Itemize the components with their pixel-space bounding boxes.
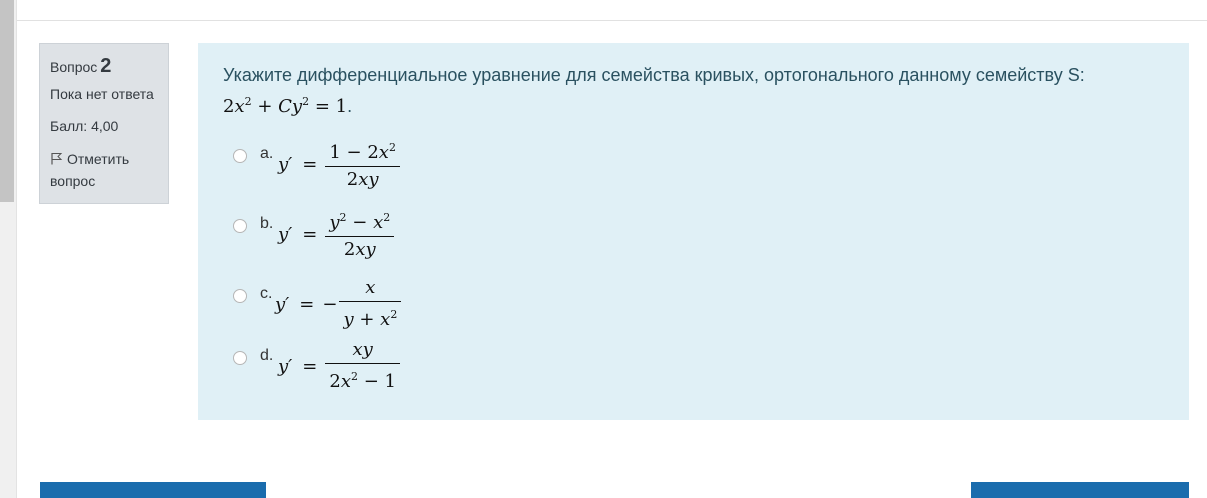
previous-page-button[interactable] xyxy=(40,482,266,498)
answer-formula: y′ = − x y + x2 xyxy=(275,275,402,333)
question-grade: Балл: 4,00 xyxy=(50,118,119,134)
question-number-row: Вопрос 2 xyxy=(50,53,168,79)
answer-formula: y′ = xy 2x2 − 1 xyxy=(278,337,400,395)
quiz-page: Вопрос 2 Пока нет ответа Балл: 4,00 Отмет… xyxy=(0,0,1207,498)
flag-question-button[interactable]: Отметить вопрос xyxy=(50,148,162,192)
answer-letter: b. xyxy=(260,215,274,232)
left-gutter xyxy=(0,0,17,498)
answer-radio-d[interactable] xyxy=(233,351,247,365)
question-prompt: Укажите дифференциальное уравнение для с… xyxy=(223,65,1085,85)
answer-radio-c[interactable] xyxy=(233,289,247,303)
answer-formula: y′ = y2 − x2 2xy xyxy=(278,205,395,263)
answer-formula: y′ = 1 − 2x2 2xy xyxy=(278,135,400,193)
answer-letter: c. xyxy=(260,285,273,302)
question-content: Укажите дифференциальное уравнение для с… xyxy=(198,43,1189,420)
question-info-panel: Вопрос 2 Пока нет ответа Балл: 4,00 Отмет… xyxy=(39,43,169,204)
answer-letter: a. xyxy=(260,145,274,162)
next-page-button[interactable] xyxy=(971,482,1189,498)
flag-outline-icon xyxy=(51,153,63,165)
answer-letter: d. xyxy=(260,347,274,364)
divider xyxy=(17,20,1207,21)
question-state: Пока нет ответа xyxy=(50,86,154,102)
answer-radio-a[interactable] xyxy=(233,149,247,163)
answer-radio-b[interactable] xyxy=(233,219,247,233)
question-text: Укажите дифференциальное уравнение для с… xyxy=(223,63,1173,119)
scrollbar-thumb[interactable] xyxy=(0,0,14,202)
question-number: 2 xyxy=(100,55,112,77)
question-label: Вопрос xyxy=(50,59,98,75)
question-equation: 2x2 + Cy2 = 1. xyxy=(223,95,353,117)
